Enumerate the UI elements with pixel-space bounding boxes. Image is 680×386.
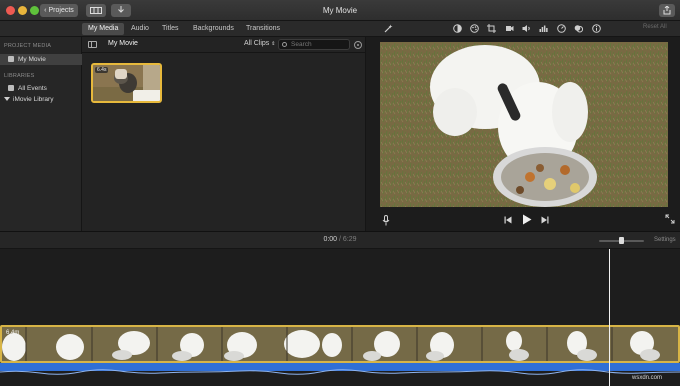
tab-audio[interactable]: Audio — [125, 23, 155, 35]
sidebar-item-label: My Movie — [18, 56, 46, 63]
libraries-heading: LIBRARIES — [4, 73, 35, 79]
total-time: 6:29 — [342, 236, 357, 243]
audio-waveform-track[interactable] — [0, 363, 680, 375]
timeline-header: 0:00 / 6:29 Settings — [0, 231, 680, 249]
tab-transitions[interactable]: Transitions — [240, 23, 286, 35]
play-icon[interactable] — [522, 214, 532, 225]
color-correction-icon[interactable] — [470, 24, 479, 33]
sidebar-item-my-movie[interactable]: My Movie — [0, 54, 82, 65]
project-media-heading: PROJECT MEDIA — [4, 43, 52, 49]
color-balance-icon[interactable] — [453, 24, 462, 33]
volume-icon[interactable] — [522, 24, 531, 33]
project-icon — [8, 56, 14, 62]
media-clip-thumbnail[interactable]: 6.4s — [91, 63, 162, 103]
timeline-settings-button[interactable]: Settings — [654, 237, 676, 243]
video-frame-image — [380, 42, 668, 207]
microphone-icon[interactable] — [382, 215, 390, 226]
waveform-image — [0, 369, 680, 375]
video-clip-track[interactable]: 6.4m — [0, 325, 680, 363]
tab-my-media[interactable]: My Media — [82, 23, 125, 35]
sidebar-item-label: iMovie Library — [13, 96, 54, 103]
browser-header: My Movie All Clips ⇕ Search — [82, 37, 366, 53]
clip-filter-dropdown[interactable]: All Clips ⇕ — [244, 40, 275, 47]
clip-duration-label: 6.4m — [6, 330, 20, 336]
title-bar: ‹ Projects My Movie — [0, 0, 680, 21]
clip-filter-label: All Clips — [244, 40, 270, 47]
clip-duration-badge: 6.4s — [95, 67, 109, 73]
video-preview — [380, 42, 668, 207]
imovie-window: ‹ Projects My Movie My Media Audio Titles… — [0, 0, 680, 386]
sidebar-toggle-icon[interactable] — [88, 41, 97, 48]
crop-icon[interactable] — [487, 24, 496, 33]
reset-all-button[interactable]: Reset All — [643, 24, 667, 30]
search-icon — [282, 42, 287, 47]
skip-forward-icon[interactable] — [541, 216, 549, 224]
content-tab-bar: My Media Audio Titles Backgrounds Transi… — [0, 21, 366, 37]
gear-icon[interactable] — [354, 41, 362, 49]
events-icon — [8, 85, 14, 91]
tab-backgrounds[interactable]: Backgrounds — [187, 23, 240, 35]
current-time: 0:00 — [323, 236, 338, 243]
noise-reduction-icon[interactable] — [539, 24, 548, 33]
skip-back-icon[interactable] — [504, 216, 512, 224]
media-browser: My Movie All Clips ⇕ Search 6.4s — [82, 37, 366, 231]
playhead[interactable] — [609, 249, 610, 386]
browser-title: My Movie — [108, 40, 138, 47]
magic-wand-icon[interactable] — [384, 24, 393, 33]
info-icon[interactable] — [592, 24, 601, 33]
search-input[interactable]: Search — [278, 39, 350, 50]
watermark-text: wsxdn.com — [632, 375, 663, 381]
share-button[interactable] — [659, 4, 675, 17]
time-separator: / — [339, 236, 341, 243]
viewer-toolbar: Reset All — [366, 21, 680, 37]
disclosure-triangle-icon[interactable] — [4, 97, 10, 101]
zoom-slider-knob[interactable] — [619, 237, 624, 244]
share-icon — [663, 5, 671, 15]
sidebar-item-all-events[interactable]: All Events — [0, 83, 82, 94]
timeline: 6.4m — [0, 249, 680, 386]
sidebar-item-label: All Events — [18, 85, 47, 92]
clip-filmstrip — [2, 327, 678, 361]
fullscreen-icon[interactable] — [665, 214, 675, 224]
speed-icon[interactable] — [557, 24, 566, 33]
libraries-sidebar: PROJECT MEDIA My Movie LIBRARIES All Eve… — [0, 37, 82, 231]
filter-icon[interactable] — [574, 24, 583, 33]
sidebar-item-imovie-library[interactable]: iMovie Library — [0, 94, 82, 105]
tab-titles[interactable]: Titles — [156, 23, 184, 35]
timecode-display: 0:00 / 6:29 — [0, 236, 680, 243]
stabilization-icon[interactable] — [505, 24, 514, 33]
window-title: My Movie — [322, 6, 358, 15]
viewer-panel — [366, 37, 680, 231]
chevron-updown-icon: ⇕ — [271, 41, 276, 47]
